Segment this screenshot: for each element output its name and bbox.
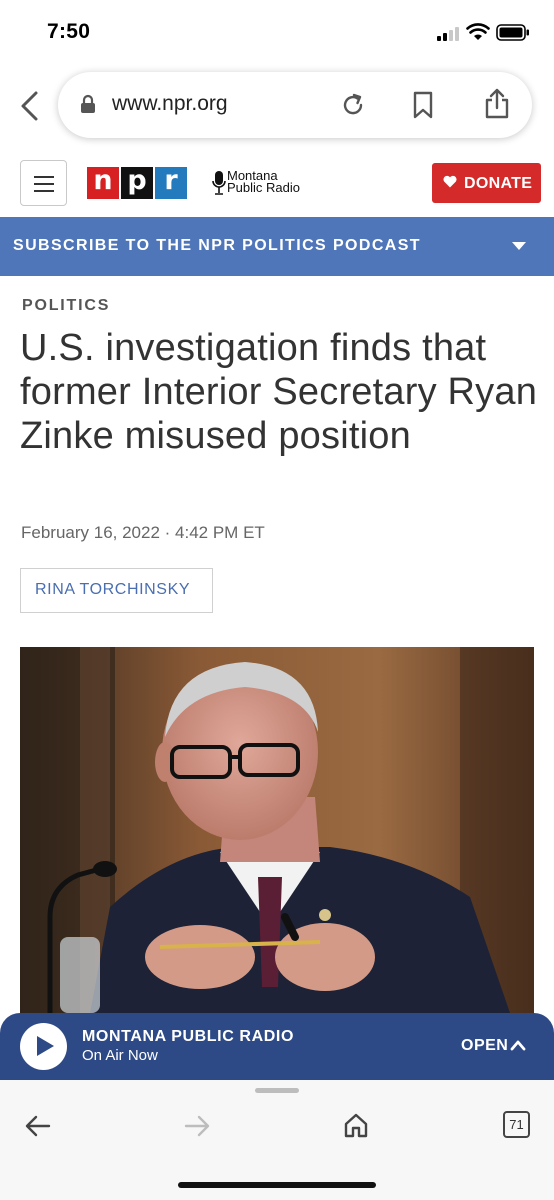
microphone-icon [212,171,226,195]
battery-icon [496,24,529,41]
status-time: 7:50 [47,20,91,43]
live-radio-player: MONTANA PUBLIC RADIO On Air Now OPEN [0,1013,554,1080]
reload-icon[interactable] [340,92,366,118]
share-icon[interactable] [484,87,510,119]
menu-button[interactable] [20,160,67,206]
bookmark-icon[interactable] [412,91,434,119]
article-photo [20,647,534,1013]
section-label[interactable]: POLITICS [22,297,110,315]
back-arrow-icon[interactable] [25,1115,51,1137]
hamburger-icon [34,176,54,178]
author-name: RINA TORCHINSKY [35,581,191,598]
donate-label: DONATE [464,175,533,192]
home-icon[interactable] [343,1112,369,1138]
author-byline-button[interactable]: RINA TORCHINSKY [20,568,213,613]
browser-address-area: www.npr.org [0,62,554,150]
lock-icon [81,94,95,113]
tab-count: 71 [509,1117,524,1132]
home-indicator [178,1182,376,1188]
npr-logo-letter-n: n [87,167,119,199]
player-station-name: MONTANA PUBLIC RADIO [82,1028,294,1045]
station-logo-text: Montana Public Radio [227,168,300,195]
play-icon [37,1036,54,1056]
tabs-icon[interactable]: 71 [503,1111,530,1138]
chevron-down-icon[interactable] [511,241,527,251]
wifi-icon [466,23,490,40]
url-text[interactable]: www.npr.org [112,92,228,116]
subscribe-podcast-banner[interactable]: SUBSCRIBE TO THE NPR POLITICS PODCAST [0,217,554,276]
player-status: On Air Now [82,1047,158,1064]
back-chevron-icon[interactable] [18,90,42,122]
heart-icon [443,175,457,188]
donate-button[interactable]: DONATE [432,163,541,203]
npr-logo-letter-r: r [155,167,187,199]
forward-arrow-icon[interactable] [184,1115,210,1137]
article-dateline: February 16, 2022 · 4:42 PM ET [21,523,265,542]
npr-logo[interactable]: n p r [87,167,187,199]
sheet-grab-handle[interactable] [255,1088,299,1093]
player-open-button[interactable]: OPEN [461,1037,508,1055]
play-button[interactable] [20,1023,67,1070]
site-header: n p r Montana Public Radio DONATE [0,150,554,217]
chevron-up-icon[interactable] [510,1040,526,1051]
subscribe-banner-label: SUBSCRIBE TO THE NPR POLITICS PODCAST [13,237,421,254]
npr-logo-letter-p: p [121,167,153,199]
cellular-signal-icon [437,27,463,41]
article-headline: U.S. investigation finds that former Int… [20,327,538,457]
address-bar[interactable]: www.npr.org [58,72,532,138]
article-photo-illustration [20,647,534,1013]
status-bar: 7:50 [0,0,554,62]
browser-toolbar: 71 [0,1080,554,1200]
